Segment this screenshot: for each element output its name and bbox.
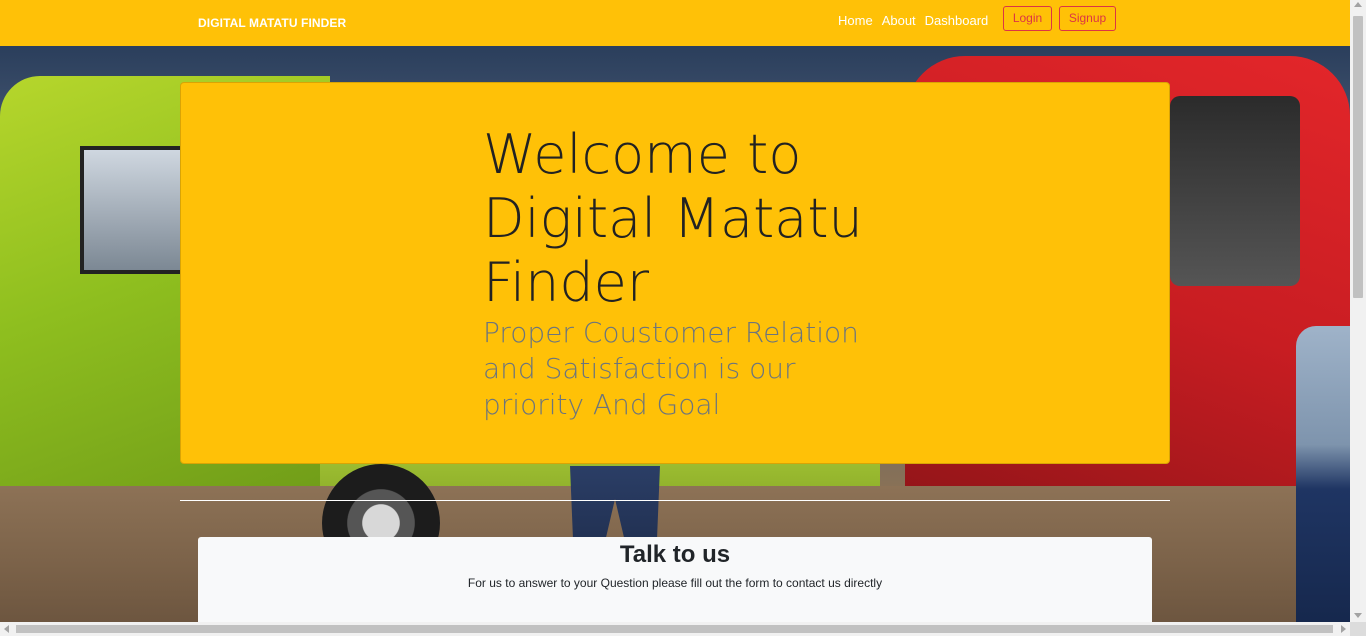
hero-title: Welcome to Digital Matatu Finder	[483, 123, 863, 314]
scroll-down-icon[interactable]	[1354, 613, 1362, 618]
brand-link[interactable]: DIGITAL MATATU FINDER	[198, 16, 346, 30]
vertical-scroll-thumb[interactable]	[1353, 16, 1363, 298]
navbar: DIGITAL MATATU FINDER Home About Dashboa…	[0, 0, 1350, 46]
nav-links: Home About Dashboard	[838, 13, 997, 28]
nav-home-link[interactable]: Home	[838, 13, 873, 28]
vertical-scrollbar[interactable]	[1350, 0, 1366, 622]
signup-button[interactable]: Signup	[1059, 6, 1116, 31]
login-button[interactable]: Login	[1003, 6, 1052, 31]
horizontal-scrollbar[interactable]	[0, 622, 1350, 636]
nav-about-link[interactable]: About	[882, 13, 916, 28]
person-image	[1296, 326, 1350, 622]
hero-jumbotron: Welcome to Digital Matatu Finder Proper …	[180, 82, 1170, 464]
scrollbar-corner	[1350, 622, 1366, 636]
horizontal-scroll-thumb[interactable]	[16, 625, 1333, 633]
contact-title: Talk to us	[619, 541, 731, 568]
matatu-rear-window-image	[1170, 96, 1300, 286]
contact-card: Talk to us For us to answer to your Ques…	[198, 537, 1152, 627]
divider	[180, 500, 1170, 501]
scroll-up-icon[interactable]	[1354, 2, 1362, 7]
contact-description: For us to answer to your Question please…	[467, 576, 883, 590]
scroll-right-icon[interactable]	[1341, 625, 1346, 633]
nav-dashboard-link[interactable]: Dashboard	[925, 13, 989, 28]
hero-subtitle: Proper Coustomer Relation and Satisfacti…	[483, 316, 859, 421]
scroll-left-icon[interactable]	[4, 625, 9, 633]
